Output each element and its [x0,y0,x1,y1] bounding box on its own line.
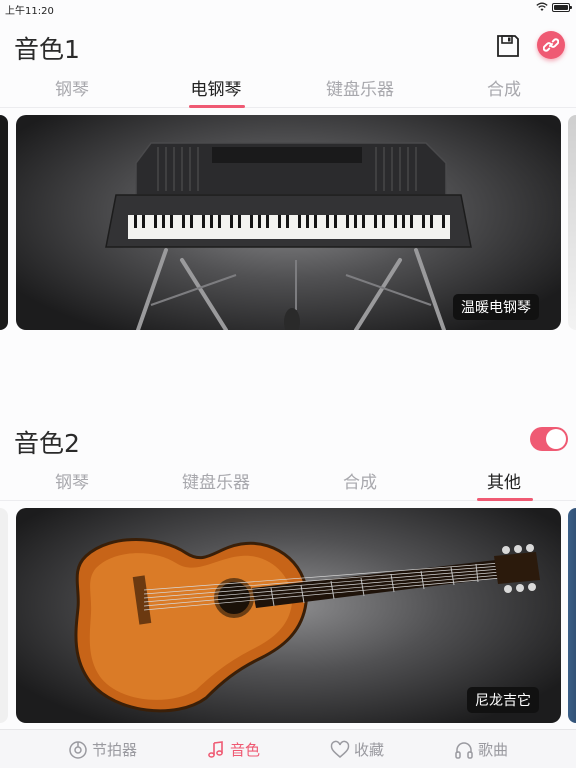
nav-metronome[interactable]: 节拍器 [68,730,137,768]
electric-piano-card[interactable]: 温暖电钢琴 [16,115,561,330]
toggle-knob [546,429,566,449]
section1-tabbar: 钢琴 电钢琴 键盘乐器 合成 [0,76,576,108]
next-card-peek[interactable] [568,115,576,330]
card-label: 温暖电钢琴 [453,294,539,320]
status-time: 上午11:20 [5,6,54,17]
battery-icon [552,3,572,12]
section2-toggle[interactable] [530,427,568,451]
next-card-peek[interactable] [568,508,576,723]
prev-card-peek[interactable] [0,115,8,330]
tab-label: 键盘乐器 [326,80,394,100]
tab-other[interactable]: 其他 [464,469,544,501]
tab-keyboard[interactable]: 键盘乐器 [320,76,400,108]
tab-synth[interactable]: 合成 [464,76,544,108]
section2-title: 音色2 [14,429,80,458]
link-icon [543,38,559,52]
link-button[interactable] [537,31,565,59]
tab-piano[interactable]: 钢琴 [32,76,112,108]
heart-icon [330,740,350,758]
section2-tabbar: 钢琴 键盘乐器 合成 其他 [0,469,576,501]
tab-label: 其他 [487,473,521,493]
nav-favorites[interactable]: 收藏 [330,730,384,768]
prev-card-peek[interactable] [0,508,8,723]
metronome-icon [69,740,87,759]
nav-label: 收藏 [354,741,385,759]
tab-underline [477,498,533,501]
tab-label: 电钢琴 [190,80,242,100]
headphones-icon [455,741,473,759]
tab-label: 合成 [487,80,521,100]
tab-keyboard[interactable]: 键盘乐器 [176,469,256,501]
section1-title: 音色1 [14,35,80,64]
nav-songs[interactable]: 歌曲 [454,730,508,768]
tab-label: 合成 [343,473,377,493]
status-bar: 上午11:20 [0,0,576,17]
tab-piano[interactable]: 钢琴 [32,469,112,501]
nylon-guitar-card[interactable]: 尼龙吉它 [16,508,561,723]
music-note-icon [208,740,223,758]
card-label: 尼龙吉它 [467,687,539,713]
nav-tone[interactable]: 音色 [206,730,260,768]
tab-electric-piano[interactable]: 电钢琴 [176,76,256,108]
tab-label: 钢琴 [55,80,89,100]
bottom-nav: 节拍器 音色 收藏 歌曲 [0,729,576,768]
save-icon[interactable] [496,34,520,58]
tab-synth[interactable]: 合成 [320,469,400,501]
tab-label: 钢琴 [55,473,89,493]
nav-label: 歌曲 [478,741,509,759]
tab-underline [189,105,245,108]
nav-label: 音色 [230,741,261,759]
tab-label: 键盘乐器 [182,473,250,493]
wifi-icon [536,2,548,11]
nav-label: 节拍器 [92,741,138,759]
